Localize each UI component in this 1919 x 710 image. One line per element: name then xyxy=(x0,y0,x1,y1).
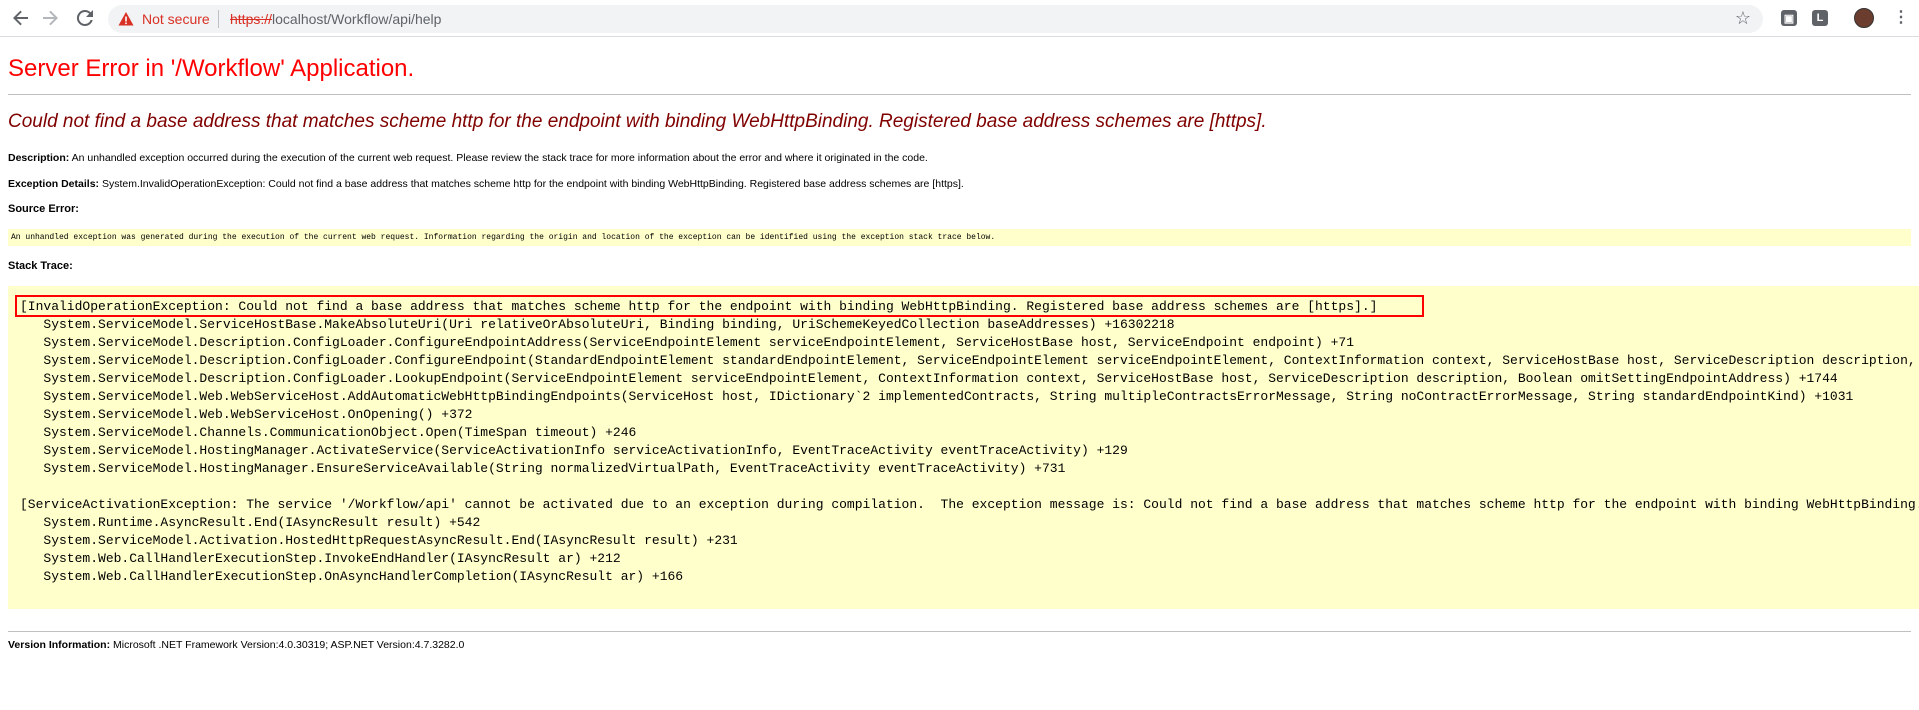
version-information: Version Information: Microsoft .NET Fram… xyxy=(8,639,464,651)
stack-trace-box: [InvalidOperationException: Could not fi… xyxy=(8,286,1919,609)
warning-icon[interactable] xyxy=(118,11,134,27)
source-error-label: Source Error: xyxy=(8,203,79,215)
stack-line: System.Web.CallHandlerExecutionStep.Invo… xyxy=(20,551,621,566)
stack-line: System.ServiceModel.HostingManager.Ensur… xyxy=(20,461,1066,476)
exception-label: Exception Details: xyxy=(8,178,100,190)
reload-icon[interactable] xyxy=(73,6,97,30)
url-text[interactable]: https://localhost/Workflow/api/help xyxy=(230,11,441,27)
version-text: Microsoft .NET Framework Version:4.0.303… xyxy=(110,639,465,651)
extension-l-icon[interactable]: L xyxy=(1812,10,1828,26)
exception-text: System.InvalidOperationException: Could … xyxy=(99,178,964,190)
forward-arrow-icon[interactable] xyxy=(38,6,62,30)
stack-line: System.ServiceModel.Description.ConfigLo… xyxy=(20,335,1355,350)
description: Description: An unhandled exception occu… xyxy=(8,152,928,164)
stack-line: [ServiceActivationException: The service… xyxy=(20,497,1919,512)
security-status[interactable]: Not secure xyxy=(142,11,210,27)
back-arrow-icon[interactable] xyxy=(9,6,33,30)
stack-trace-label: Stack Trace: xyxy=(8,260,73,272)
stack-line: System.ServiceModel.Web.WebServiceHost.A… xyxy=(20,389,1854,404)
stack-line: System.ServiceModel.Web.WebServiceHost.O… xyxy=(20,407,473,422)
extension-shield-icon[interactable]: ▣ xyxy=(1781,10,1797,26)
profile-avatar[interactable] xyxy=(1854,8,1874,28)
error-message: Could not find a base address that match… xyxy=(8,111,1267,132)
page-title: Server Error in '/Workflow' Application. xyxy=(8,55,415,82)
url-path: localhost/Workflow/api/help xyxy=(272,11,442,27)
menu-dots-icon[interactable]: ⋮ xyxy=(1893,8,1909,28)
url-scheme: https:// xyxy=(230,11,273,27)
stack-line: System.Web.CallHandlerExecutionStep.OnAs… xyxy=(20,569,684,584)
divider xyxy=(8,631,1911,632)
highlight-box xyxy=(15,295,1424,317)
address-bar[interactable]: Not secure https://localhost/Workflow/ap… xyxy=(108,5,1763,33)
browser-toolbar: Not secure https://localhost/Workflow/ap… xyxy=(0,0,1919,37)
stack-line: System.ServiceModel.HostingManager.Activ… xyxy=(20,443,1128,458)
stack-line: System.ServiceModel.ServiceHostBase.Make… xyxy=(20,317,1175,332)
separator xyxy=(218,10,219,28)
source-error-box: An unhandled exception was generated dur… xyxy=(8,229,1911,246)
stack-line: System.ServiceModel.Description.ConfigLo… xyxy=(20,371,1838,386)
stack-line: System.Runtime.AsyncResult.End(IAsyncRes… xyxy=(20,515,481,530)
description-label: Description: xyxy=(8,152,70,164)
description-text: An unhandled exception occurred during t… xyxy=(69,152,928,164)
stack-line: System.ServiceModel.Description.ConfigLo… xyxy=(43,353,1916,368)
version-label: Version Information: xyxy=(8,639,111,651)
source-error-text: An unhandled exception was generated dur… xyxy=(11,233,996,242)
stack-line: System.ServiceModel.Channels.Communicati… xyxy=(20,425,637,440)
divider xyxy=(8,94,1911,95)
bookmark-star-icon[interactable]: ☆ xyxy=(1735,8,1751,29)
stack-line: System.ServiceModel.Activation.HostedHtt… xyxy=(20,533,738,548)
exception-details: Exception Details: System.InvalidOperati… xyxy=(8,178,964,190)
